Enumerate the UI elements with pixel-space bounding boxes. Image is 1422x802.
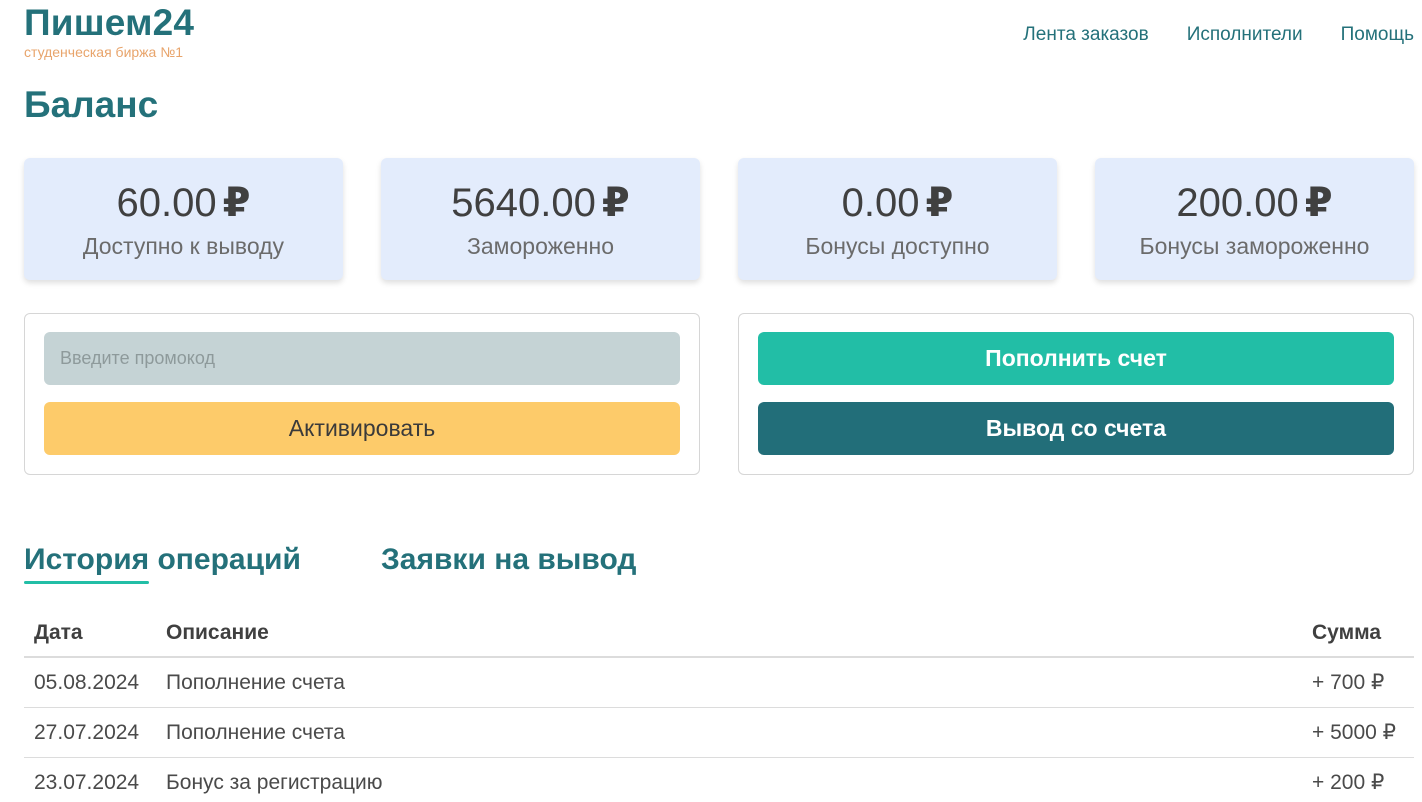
operations-table: Дата Описание Сумма 05.08.2024 Пополнени… [24, 608, 1414, 802]
logo-subtitle: студенческая биржа №1 [24, 44, 184, 60]
balance-page: Пишем24 студенческая биржа №1 Лента зака… [0, 0, 1422, 802]
card-bonus-frozen: 200.00 ₽ Бонусы замороженно [1095, 158, 1414, 280]
card-label: Бонусы замороженно [1139, 233, 1370, 259]
active-tab-indicator [24, 581, 149, 584]
card-label: Доступно к выводу [82, 233, 285, 259]
account-actions-panel: Пополнить счет Вывод со счета [738, 313, 1414, 475]
card-amount: 200.00 ₽ [1095, 180, 1414, 226]
nav-help[interactable]: Помощь [1341, 22, 1414, 48]
ruble-icon: ₽ [925, 181, 954, 225]
nav-performers[interactable]: Исполнители [1187, 22, 1303, 48]
tab-operations-history[interactable]: История операций [24, 538, 301, 582]
card-amount: 5640.00 ₽ [381, 180, 700, 226]
table-row: 05.08.2024 Пополнение счета + 700 ₽ [24, 658, 1414, 708]
card-label: Замороженно [467, 233, 614, 259]
row-date: 05.08.2024 [34, 671, 140, 694]
header-sum: Сумма [1312, 621, 1382, 644]
promo-panel: Активировать [24, 313, 700, 475]
header-description: Описание [166, 621, 269, 644]
page-title: Баланс [24, 84, 159, 125]
tab-withdrawal-requests[interactable]: Заявки на вывод [381, 538, 636, 582]
card-available-withdraw: 60.00 ₽ Доступно к выводу [24, 158, 343, 280]
header-date: Дата [34, 621, 83, 644]
card-frozen: 5640.00 ₽ Замороженно [381, 158, 700, 280]
card-amount: 60.00 ₽ [24, 180, 343, 226]
amount-value: 5640.00 [451, 181, 596, 225]
ruble-icon: ₽ [1304, 181, 1333, 225]
nav-orders-feed[interactable]: Лента заказов [1023, 22, 1148, 48]
amount-value: 60.00 [116, 181, 217, 225]
top-up-button[interactable]: Пополнить счет [758, 332, 1394, 385]
row-sum: + 200 ₽ [1312, 771, 1385, 794]
amount-value: 0.00 [841, 181, 920, 225]
row-sum: + 5000 ₽ [1312, 721, 1397, 744]
row-sum: + 700 ₽ [1312, 671, 1385, 694]
activate-button[interactable]: Активировать [44, 402, 680, 455]
table-header: Дата Описание Сумма [24, 608, 1414, 658]
row-description: Бонус за регистрацию [166, 771, 383, 794]
top-nav: Лента заказов Исполнители Помощь [1023, 22, 1414, 48]
promo-code-input[interactable] [44, 332, 680, 385]
amount-value: 200.00 [1176, 181, 1299, 225]
card-amount: 0.00 ₽ [738, 180, 1057, 226]
logo[interactable]: Пишем24 студенческая биржа №1 [24, 2, 195, 61]
logo-title: Пишем24 [24, 2, 195, 43]
card-bonus-available: 0.00 ₽ Бонусы доступно [738, 158, 1057, 280]
table-row: 27.07.2024 Пополнение счета + 5000 ₽ [24, 708, 1414, 758]
balance-cards: 60.00 ₽ Доступно к выводу 5640.00 ₽ Заморо… [24, 158, 1414, 280]
ruble-icon: ₽ [601, 181, 630, 225]
row-date: 27.07.2024 [34, 721, 140, 744]
row-description: Пополнение счета [166, 671, 345, 694]
row-date: 23.07.2024 [34, 771, 140, 794]
table-row: 23.07.2024 Бонус за регистрацию + 200 ₽ [24, 758, 1414, 802]
ruble-icon: ₽ [222, 181, 251, 225]
row-description: Пополнение счета [166, 721, 345, 744]
withdraw-button[interactable]: Вывод со счета [758, 402, 1394, 455]
card-label: Бонусы доступно [805, 233, 990, 259]
